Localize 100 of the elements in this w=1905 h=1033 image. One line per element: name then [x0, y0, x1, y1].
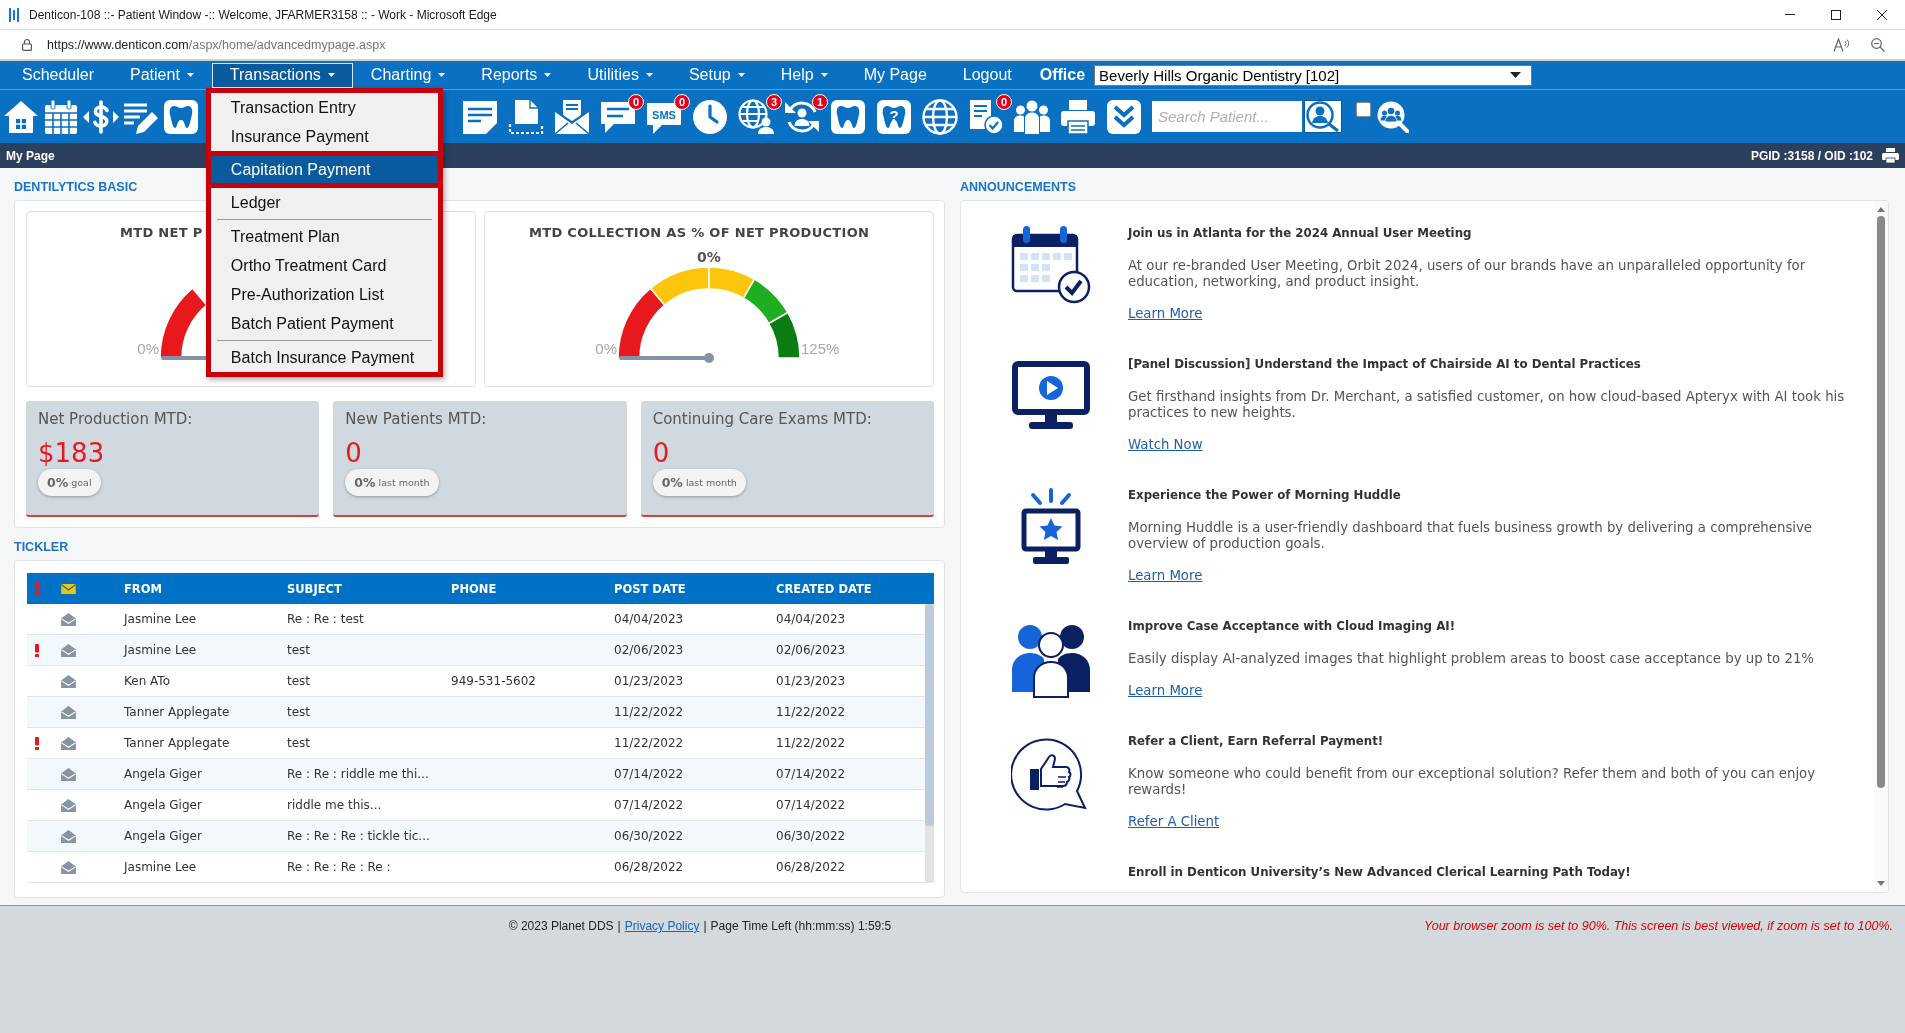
- double-chevron-icon[interactable]: [1106, 98, 1142, 135]
- table-row[interactable]: Tanner Applegate test 11/22/2022 11/22/2022: [27, 697, 925, 728]
- scrollbar-track[interactable]: [1874, 201, 1888, 892]
- scrollbar-thumb[interactable]: [925, 604, 934, 826]
- table-cell: Tanner Applegate: [124, 736, 230, 750]
- menu-item[interactable]: Capitation Payment: [210, 151, 438, 188]
- menu-item[interactable]: Treatment Plan: [210, 222, 438, 251]
- note-icon[interactable]: [462, 98, 498, 135]
- stat-value: 0: [345, 437, 362, 469]
- table-row[interactable]: Angela Giger Re : Re : riddle me thi... 07/14/2022 07/14/2022: [27, 759, 925, 790]
- table-cell: Ken ATo: [124, 674, 170, 688]
- read-aloud-icon[interactable]: [1833, 37, 1849, 52]
- document-icon[interactable]: [508, 98, 544, 135]
- stat-title: Continuing Care Exams MTD:: [652, 409, 872, 429]
- separator-text: |: [703, 918, 707, 934]
- group-search-icon[interactable]: [1377, 100, 1409, 133]
- table-cell: 06/28/2022: [776, 860, 846, 874]
- menu-bar-item[interactable]: Transactions: [211, 62, 353, 88]
- gauge-min-label: 0%: [137, 340, 159, 358]
- menu-bar-item[interactable]: Help: [762, 62, 846, 88]
- dollar-icon[interactable]: [83, 98, 119, 135]
- menu-bar-item[interactable]: Scheduler: [4, 62, 113, 88]
- table-cell: 11/22/2022: [776, 705, 846, 719]
- close-icon[interactable]: [1877, 9, 1887, 20]
- column-header[interactable]: PHONE: [451, 581, 614, 596]
- column-header[interactable]: SUBJECT: [287, 581, 451, 596]
- menu-bar-item[interactable]: Charting: [352, 62, 464, 88]
- table-row[interactable]: Jasmine Lee test 02/06/2023 02/06/2023: [27, 635, 925, 666]
- scrollbar-thumb[interactable]: [1877, 216, 1885, 788]
- count-badge: 0: [996, 93, 1012, 110]
- tooth-icon[interactable]: [830, 98, 866, 135]
- office-select[interactable]: Beverly Hills Organic Dentistry [102]: [1094, 64, 1533, 86]
- gauge-title: MTD COLLECTION AS % OF NET PRODUCTION: [529, 225, 870, 240]
- menu-bar-item[interactable]: Reports: [463, 62, 570, 88]
- calendar-icon[interactable]: [43, 98, 79, 135]
- envelope-letter-icon[interactable]: [554, 98, 590, 135]
- gauge-max-label: 125%: [801, 340, 840, 358]
- table-cell: riddle me this...: [287, 798, 382, 812]
- announcement-link[interactable]: Refer A Client: [1128, 814, 1220, 830]
- clock-icon[interactable]: [692, 98, 728, 135]
- announcement-link[interactable]: Watch Now: [1128, 437, 1203, 453]
- table-cell: Re : Re : Re : tickle tic...: [287, 829, 430, 843]
- speech-bubble-icon[interactable]: [647, 102, 681, 134]
- globe-icon[interactable]: [922, 98, 958, 135]
- menu-bar-item[interactable]: Utilities: [569, 62, 671, 88]
- open-envelope-icon: [61, 705, 76, 719]
- maximize-icon[interactable]: [1831, 9, 1841, 20]
- address-field[interactable]: https://www.denticon.com/aspx/home/advancedmypage.aspx: [47, 37, 386, 52]
- menu-bar-item[interactable]: Logout: [944, 62, 1030, 88]
- menu-bar-item[interactable]: Patient: [112, 62, 212, 88]
- menu-item[interactable]: Ledger: [210, 188, 438, 217]
- menu-item[interactable]: Transaction Entry: [210, 93, 438, 122]
- open-envelope-icon: [61, 643, 76, 657]
- comparison-badge: 0% last month: [652, 469, 746, 496]
- menu-item[interactable]: Pre-Authorization List: [210, 280, 438, 309]
- announcement-link[interactable]: Learn More: [1128, 568, 1203, 584]
- tooth-icon[interactable]: [877, 99, 911, 134]
- table-cell: 07/14/2022: [776, 767, 846, 781]
- menu-bar-item[interactable]: Setup: [670, 62, 763, 88]
- table-cell: 06/28/2022: [614, 860, 684, 874]
- zoom-out-icon[interactable]: [1871, 37, 1885, 52]
- scrollbar-track[interactable]: [925, 604, 934, 883]
- open-envelope-icon: [61, 674, 76, 688]
- menu-item[interactable]: Insurance Payment: [210, 122, 438, 151]
- table-cell: Re : Re : riddle me thi...: [287, 767, 429, 781]
- printer-icon[interactable]: [1060, 98, 1096, 135]
- dropdown-arrow-icon: [1510, 72, 1522, 78]
- printer-icon[interactable]: [1882, 148, 1899, 163]
- announcement-link[interactable]: Learn More: [1128, 306, 1203, 322]
- checkbox[interactable]: [1356, 102, 1371, 117]
- column-header[interactable]: FROM: [124, 581, 287, 596]
- announcement-text: Easily display AI-analyzed images that highlight problem areas to boost case acceptance by up to 21%: [1128, 651, 1814, 667]
- footer-text: Page Time Left (hh:mm:ss) 1:59:5: [710, 918, 892, 934]
- gauge-title: MTD NET P: [120, 225, 203, 240]
- zoom-warning: Your browser zoom is set to 90%. This screen is best viewed, if zoom is set to 100%.: [1423, 918, 1894, 934]
- search-patient-button[interactable]: [1304, 100, 1342, 133]
- count-badge: 1: [812, 93, 828, 110]
- office-label: Office: [1039, 66, 1086, 84]
- table-cell: test: [287, 674, 311, 688]
- menu-bar-item[interactable]: My Page: [845, 62, 945, 88]
- announcement-link[interactable]: Learn More: [1128, 683, 1203, 699]
- column-header[interactable]: POST DATE: [614, 581, 776, 596]
- announcement-title: Experience the Power of Morning Huddle: [1128, 487, 1401, 504]
- table-cell: 01/23/2023: [614, 674, 684, 688]
- announcement-title: Refer a Client, Earn Referral Payment!: [1128, 733, 1384, 750]
- home-icon[interactable]: [3, 98, 39, 135]
- open-envelope-icon: [61, 767, 76, 781]
- scroll-down-icon[interactable]: [1877, 881, 1885, 886]
- tooth-icon[interactable]: [163, 98, 199, 135]
- search-field[interactable]: Search Patient...: [1152, 101, 1302, 132]
- footer-link[interactable]: Privacy Policy: [624, 918, 700, 934]
- menu-item[interactable]: Batch Patient Payment: [210, 309, 438, 338]
- column-header[interactable]: CREATED DATE: [776, 581, 934, 596]
- section-heading: TICKLER: [14, 539, 69, 554]
- stat-value: $183: [38, 437, 105, 469]
- menu-item[interactable]: Batch Insurance Payment: [210, 343, 438, 372]
- scroll-up-icon[interactable]: [1877, 207, 1885, 212]
- menu-item[interactable]: Ortho Treatment Card: [210, 251, 438, 280]
- table-row[interactable]: Angela Giger Re : Re : Re : tickle tic... 06/30/2022 06/30/2022: [27, 821, 925, 852]
- people-icon[interactable]: [1014, 98, 1050, 135]
